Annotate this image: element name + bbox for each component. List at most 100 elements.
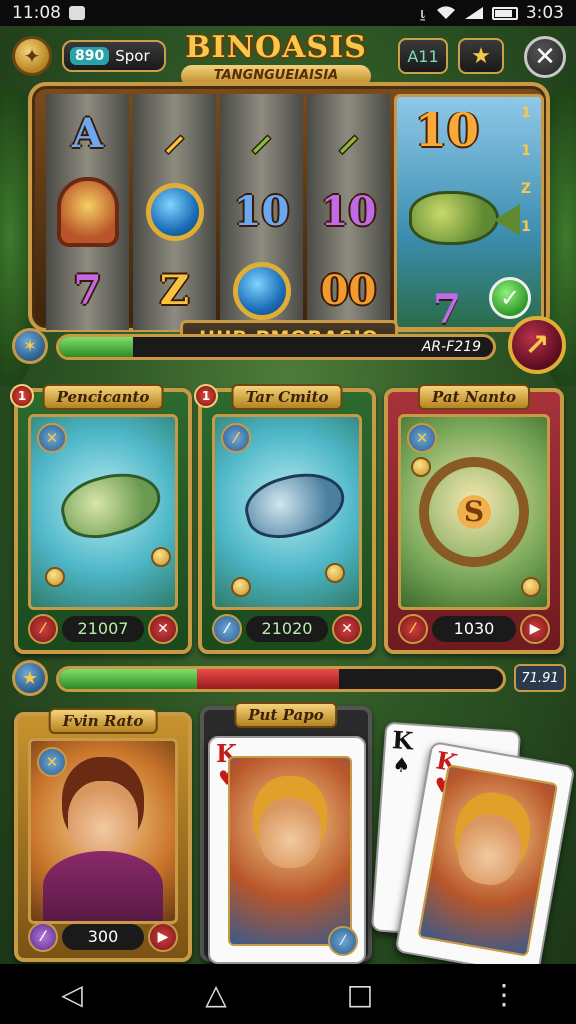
progress-fill-green: [59, 669, 197, 689]
card-tool-icon[interactable]: ⁄: [328, 926, 358, 956]
feature-panel: 10 1 1 Z 1 7 ✓: [394, 94, 544, 330]
progress-label-1: AR-F219: [421, 339, 481, 355]
chest-icon: [56, 176, 119, 247]
card-play-icon[interactable]: ▶: [148, 922, 178, 952]
card-title: Tar Cmito: [231, 384, 343, 410]
coin-counter[interactable]: 890 Spor: [62, 40, 166, 72]
back-icon[interactable]: ◁: [52, 974, 92, 1014]
feature-card-3[interactable]: Pat Nanto ✕ ⁄ 1030 ▶: [384, 384, 564, 654]
tool-icon: ⁄: [221, 423, 251, 453]
tool-icon: ✕: [37, 423, 67, 453]
confirm-check-icon[interactable]: ✓: [489, 277, 531, 319]
reel-3: ⸝ 10: [220, 94, 303, 330]
slot-reels: A 7 ⸝ Z ⸝ 10 ⸝ 10 00: [46, 94, 390, 330]
tool-icon: ✕: [407, 423, 437, 453]
card-action-icon[interactable]: ⁄: [398, 614, 428, 644]
status-bar: 11:08 ⍸ 3:03: [0, 0, 576, 26]
shield-icon[interactable]: ✦: [12, 36, 52, 76]
recents-icon[interactable]: □: [340, 974, 380, 1014]
card-value: 300: [62, 924, 144, 950]
reel-symbol-seven: 7: [433, 286, 461, 330]
card-close-icon[interactable]: ✕: [332, 614, 362, 644]
coin-icon: [151, 547, 171, 567]
spade-icon: ♠: [391, 752, 412, 778]
level-badge[interactable]: A11: [398, 38, 448, 74]
reel-symbol-chest: [53, 176, 123, 247]
progress-fill-red: [196, 669, 339, 689]
bluetooth-icon: ⍸: [417, 3, 428, 23]
progress-bar-1: ✶ AR-F219 ↗: [10, 316, 566, 374]
reel-symbol-leaf: ⸝: [164, 111, 185, 159]
king-head: [259, 798, 321, 868]
top-hud: ✦ 890 Spor BINOASIS TANGNGUEIAISIA A11 ★…: [0, 30, 576, 87]
reel-4: ⸝ 10 00: [307, 94, 390, 330]
card-badge: 1: [194, 384, 218, 408]
card-close-icon[interactable]: ✕: [148, 614, 178, 644]
reel-2: ⸝ Z: [133, 94, 216, 330]
character-card-1[interactable]: Fvin Rato ✕ ⁄ 300 ▶: [14, 708, 192, 962]
close-icon[interactable]: ✕: [524, 36, 566, 78]
progress-label-2: 71.91: [514, 664, 566, 692]
card-footer: ⁄ 300 ▶: [28, 922, 178, 952]
reel-symbol-z: Z: [159, 267, 190, 315]
card-art-fish: ✕: [28, 414, 178, 610]
battery-icon: [491, 6, 518, 20]
character-head: [68, 781, 138, 861]
more-icon[interactable]: ⋮: [484, 974, 524, 1014]
card-action-icon[interactable]: ⁄: [28, 922, 58, 952]
card-footer: ⁄ 1030 ▶: [398, 614, 550, 644]
fish-icon: [409, 191, 520, 245]
reel-symbol-orb: [140, 180, 210, 244]
fish-icon: [54, 463, 168, 547]
card-rank: K: [391, 725, 415, 756]
card-title: Fvin Rato: [48, 708, 158, 734]
card-face-art: [228, 756, 352, 946]
star-boost-icon[interactable]: ★: [12, 660, 48, 696]
reel-symbol-ten: 10: [233, 188, 290, 236]
card-footer: ⁄ 21020 ✕: [212, 614, 362, 644]
coin-icon: [325, 563, 345, 583]
king-head: [453, 809, 527, 890]
status-time: 11:08: [12, 3, 61, 23]
reel-symbol-double-zero: 00: [320, 267, 377, 315]
card-badge: 1: [10, 384, 34, 408]
card-action-icon[interactable]: ⁄: [212, 614, 242, 644]
feature-card-2[interactable]: 1 Tar Cmito ⁄ ⁄ 21020 ✕: [194, 384, 376, 654]
feature-side-1: 1: [521, 105, 531, 121]
feature-side-3: Z: [520, 181, 532, 197]
card-art-character: ✕: [28, 738, 178, 924]
playing-card-king-hearts[interactable]: K ♥ ⁄: [208, 736, 366, 964]
card-value: 21007: [62, 616, 144, 642]
card-play-icon[interactable]: ▶: [520, 614, 550, 644]
card-title: Pencicanto: [42, 384, 164, 410]
notification-icon: [69, 6, 85, 20]
game-screen: ✦ 890 Spor BINOASIS TANGNGUEIAISIA A11 ★…: [0, 26, 576, 964]
signal-icon: [464, 7, 483, 19]
tool-icon: ✕: [37, 747, 67, 777]
character-body: [43, 851, 163, 921]
wifi-icon: [436, 6, 455, 20]
feature-side-column: 1 1 Z 1: [515, 105, 537, 235]
card-value: 21020: [246, 616, 328, 642]
star-icon[interactable]: ★: [458, 38, 504, 74]
card-action-icon[interactable]: ⁄: [28, 614, 58, 644]
coin-icon: [45, 567, 65, 587]
system-nav-bar: ◁ △ □ ⋮: [0, 964, 576, 1024]
coin-icon: [521, 577, 541, 597]
reel-symbol-ten: 10: [320, 188, 377, 236]
feature-side-4: 1: [521, 219, 531, 235]
card-art-fish: ⁄: [212, 414, 362, 610]
feature-side-2: 1: [521, 143, 531, 159]
feature-value: 10: [415, 103, 480, 157]
progress-fill-green: [59, 337, 133, 357]
reel-symbol-orb: [227, 259, 297, 323]
home-icon[interactable]: △: [196, 974, 236, 1014]
coin-icon: [411, 457, 431, 477]
coin-label: Spor: [115, 47, 150, 65]
reel-1: A 7: [46, 94, 129, 330]
boost-icon[interactable]: ✶: [12, 328, 48, 364]
reel-symbol-seven: 7: [73, 267, 102, 315]
next-arrow-button[interactable]: ↗: [508, 316, 566, 374]
feature-card-1[interactable]: 1 Pencicanto ✕ ⁄ 21007 ✕: [10, 384, 192, 654]
game-title: BINOASIS: [185, 30, 367, 65]
